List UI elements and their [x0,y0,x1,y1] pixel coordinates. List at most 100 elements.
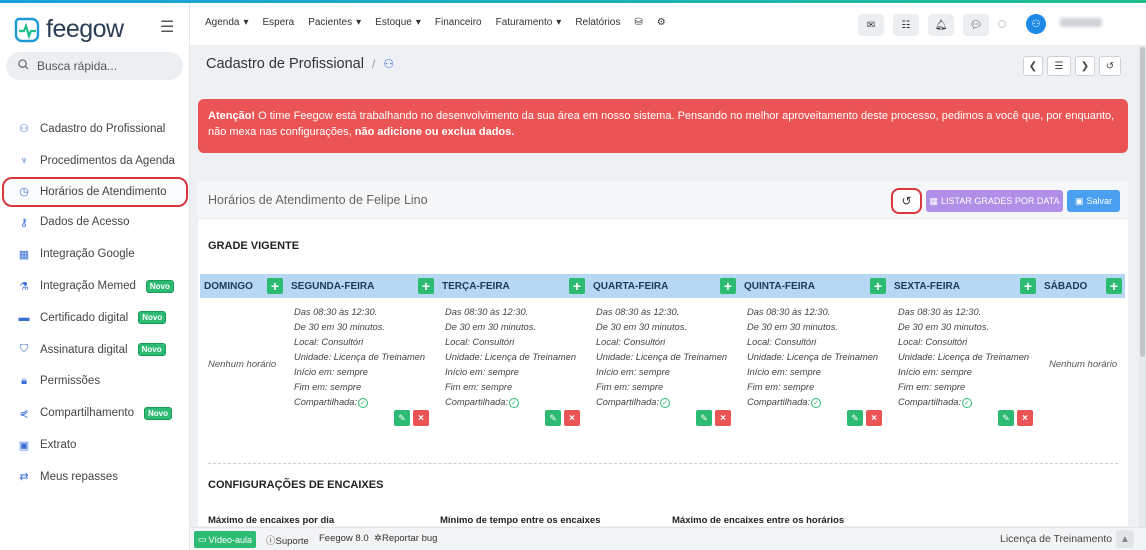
edit-icon[interactable]: ✎ [847,410,863,426]
schedule-line-text: Local: Consultóri [294,337,364,347]
sidebar-item-label: Permissões [40,375,101,388]
support-link[interactable]: ⓘSuporte [266,533,309,547]
bell-icon[interactable]: 🔔︎ [928,14,954,36]
sidebar-item-memed[interactable]: ⚗ Integração Memed Novo [0,270,190,302]
delete-icon[interactable]: × [1017,410,1033,426]
schedule-cell-sexta: Das 08:30 às 12:30. De 30 em 30 minutos. L… [898,305,1029,410]
schedule-line-text: De 30 em 30 minutos. [445,322,536,332]
help-icon: ⓘ [266,536,276,547]
add-slot-button[interactable]: + [870,278,886,294]
sidebar-item-label: Assinatura digital [40,343,128,356]
day-label: SEXTA-FEIRA [894,280,960,292]
edit-icon[interactable]: ✎ [394,410,410,426]
day-label: SÁBADO [1044,280,1088,292]
edit-icon[interactable]: ✎ [998,410,1014,426]
day-header-terca: TERÇA-FEIRA + [438,274,589,298]
schedule-line: Das 08:30 às 12:30. [445,305,576,320]
add-slot-button[interactable]: + [720,278,736,294]
new-badge: Novo [145,279,174,293]
add-slot-button[interactable]: + [418,278,434,294]
schedule-line-text: Local: Consultóri [898,337,968,347]
sidebar-item-permissoes[interactable]: 🔒︎ Permissões [0,366,190,398]
nav-pacientes[interactable]: Pacientes ▾ [308,17,361,28]
prev-button[interactable]: ❮ [1023,56,1043,76]
add-slot-button[interactable]: + [1106,278,1122,294]
schedule-cell-quarta: Das 08:30 às 12:30. De 30 em 30 minutos. L… [596,305,727,410]
alert-text: O time Feegow está trabalhando no desenv… [208,110,1115,138]
logo[interactable]: feegow [14,15,124,44]
next-button[interactable]: ❯ [1075,56,1095,76]
avatar[interactable]: ⚇ [1026,14,1046,34]
schedule-line: Fim em: sempre [747,380,878,395]
sidebar-item-repasses[interactable]: ⇄ Meus repasses [0,461,190,493]
settings-icon[interactable]: ⚙ [657,17,666,28]
sidebar-item-google[interactable]: ▦ Integração Google [0,238,190,270]
delete-icon[interactable]: × [564,410,580,426]
warning-alert: Atenção! O time Feegow está trabalhando … [198,99,1128,153]
lock-icon: 🔒︎ [21,374,27,387]
schedule-actions: ✎ × [847,410,882,426]
schedule-line: Unidade: Licença de Treinamen [596,350,727,365]
scroll-top-button[interactable]: ▲ [1116,530,1134,548]
add-slot-button[interactable]: + [569,278,585,294]
history-button[interactable]: ↺ [891,188,922,214]
share-icon: ⋞ [19,407,29,420]
list-icon[interactable]: ☰ [1047,56,1071,76]
delete-icon[interactable]: × [866,410,882,426]
database-icon[interactable]: ⛁ [634,17,642,28]
hamburger-menu-icon[interactable]: ☰ [160,17,174,37]
new-badge: Novo [138,311,167,325]
sidebar-item-compartilhamento[interactable]: ⋞ Compartilhamento Novo [0,397,190,429]
nav-relatorios[interactable]: Relatórios [575,17,620,28]
user-name-blurred[interactable] [1060,18,1102,27]
save-button[interactable]: ▣ Salvar [1067,190,1120,212]
check-circle-icon: ✓ [962,398,973,408]
add-slot-button[interactable]: + [267,278,283,294]
sidebar-item-certificado[interactable]: ▬ Certificado digital Novo [0,302,190,334]
report-bug-link[interactable]: ✲Reportar bug [374,533,437,544]
schedule-line-text: Compartilhada: [747,397,811,407]
delete-icon[interactable]: × [715,410,731,426]
inbox-icon[interactable]: ✉ [858,14,884,36]
empty-slot-text: Nenhum horário [1049,359,1118,370]
nav-espera[interactable]: Espera [263,17,295,28]
schedule-line: Das 08:30 às 12:30. [596,305,727,320]
schedule-line: De 30 em 30 minutos. [596,320,727,335]
schedule-line-text: Unidade: Licença de Treinamen [898,352,1030,362]
search-input[interactable]: Busca rápida... [6,52,183,80]
sidebar-item-assinatura[interactable]: ⛉ Assinatura digital Novo [0,334,190,366]
save-icon: ▣ [1074,195,1084,206]
video-tutorial-button[interactable]: ▭ Vídeo-aula [194,531,257,548]
day-header-quinta: QUINTA-FEIRA + [740,274,890,298]
schedule-line: Compartilhada: ✓ [898,395,1029,410]
sidebar-item-horarios[interactable]: ◷ Horários de Atendimento [2,176,188,207]
schedule-line: Fim em: sempre [294,380,425,395]
schedule-line-text: Início em: sempre [898,367,972,377]
nav-agenda[interactable]: Agenda ▾ [205,17,249,28]
sidebar-item-cadastro[interactable]: ⚇ Cadastro do Profissional [0,113,190,145]
footer: ▭ Vídeo-aula ⓘSuporte Feegow 8.0 ✲Reporta… [190,527,1146,550]
schedule-line-text: Local: Consultóri [445,337,515,347]
chat-icon[interactable]: 💬︎ [963,14,989,36]
new-badge: Novo [143,406,172,420]
sidebar-item-label: Horários de Atendimento [40,185,167,198]
sidebar-item-extrato[interactable]: ▣ Extrato [0,429,190,461]
history-icon[interactable]: ↺ [1099,56,1121,76]
sidebar-item-label: Meus repasses [40,470,118,483]
edit-icon[interactable]: ✎ [696,410,712,426]
history-icon: ↺ [901,194,912,208]
schedule-line: Unidade: Licença de Treinamen [747,350,878,365]
nav-estoque[interactable]: Estoque ▾ [375,17,421,28]
sidebar-item-dados-acesso[interactable]: ⚷ Dados de Acesso [0,207,190,239]
alert-bold: não adicione ou exclua dados [354,126,512,138]
nav-financeiro[interactable]: Financeiro [435,17,482,28]
nav-faturamento[interactable]: Faturamento ▾ [496,17,562,28]
page-title: Cadastro de Profissional [206,56,364,72]
sidebar-item-procedimentos[interactable]: ♆ Procedimentos da Agenda [0,145,190,177]
scrollbar-thumb[interactable] [1140,47,1145,357]
list-grades-button[interactable]: ▦ LISTAR GRADES POR DATA [926,190,1063,212]
delete-icon[interactable]: × [413,410,429,426]
add-slot-button[interactable]: + [1020,278,1036,294]
tasks-icon[interactable]: ☷ [893,14,919,36]
edit-icon[interactable]: ✎ [545,410,561,426]
